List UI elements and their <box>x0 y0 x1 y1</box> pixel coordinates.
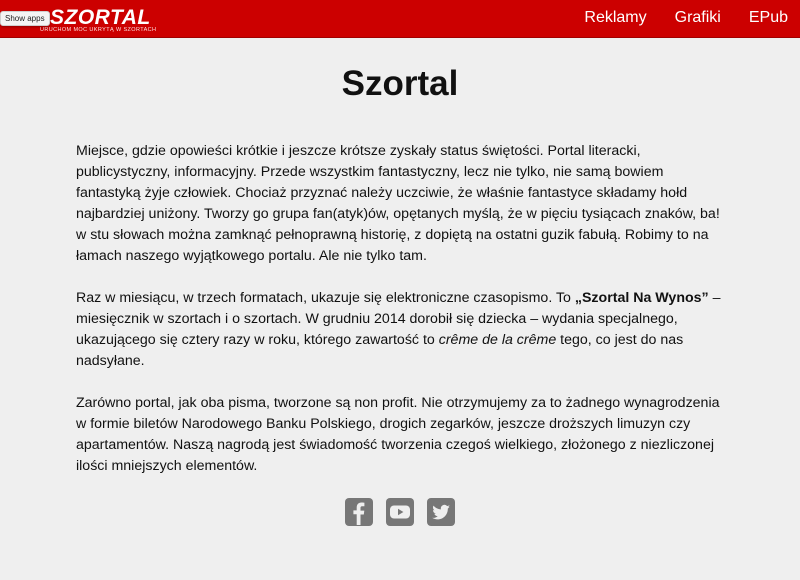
social-links <box>0 498 800 526</box>
nav-link-grafiki[interactable]: Grafiki <box>675 8 721 28</box>
intro-paragraph-3: Zarówno portal, jak oba pisma, tworzone … <box>76 395 720 474</box>
nav-link-epub[interactable]: EPub <box>749 8 788 28</box>
logo-tagline: URUCHOM MOC UKRYTĄ W SZORTACH <box>40 27 157 33</box>
paragraph-2-text-before: Raz w miesiącu, w trzech formatach, ukaz… <box>76 290 575 306</box>
main-nav: Reklamy Grafiki EPub <box>584 8 788 28</box>
intro-paragraph-1: Miejsce, gdzie opowieści krótkie i jeszc… <box>76 143 720 264</box>
youtube-icon[interactable] <box>386 498 414 526</box>
magazine-name: „Szortal Na Wynos” <box>574 290 709 306</box>
creme-de-la-creme: crême de la crême <box>438 332 557 348</box>
intro-paragraph-2: Raz w miesiącu, w trzech formatach, ukaz… <box>76 288 726 372</box>
top-navbar: ≡ SZORTAL URUCHOM MOC UKRYTĄ W SZORTACH … <box>0 0 800 38</box>
twitter-icon[interactable] <box>427 498 455 526</box>
intro-content: Miejsce, gdzie opowieści krótkie i jeszc… <box>76 141 726 498</box>
page-title: Szortal <box>341 64 459 103</box>
nav-link-reklamy[interactable]: Reklamy <box>584 8 646 28</box>
show-apps-tooltip[interactable]: Show apps <box>0 11 50 26</box>
facebook-icon[interactable] <box>345 498 373 526</box>
logo-title: SZORTAL <box>50 6 151 29</box>
